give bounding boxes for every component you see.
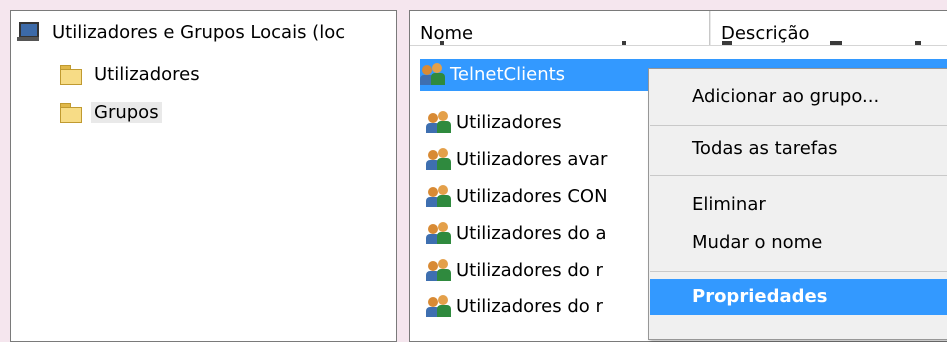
menu-item-label: Todas as tarefas [692, 138, 838, 159]
menu-item-adicionar-ao-grupo[interactable]: Adicionar ao grupo... [650, 79, 947, 115]
folder-icon [59, 101, 83, 123]
clipped-row-edge [915, 41, 921, 45]
tree-item-grupos[interactable]: Grupos [59, 99, 162, 125]
group-icon [426, 185, 452, 209]
group-icon [426, 111, 452, 135]
menu-separator [650, 125, 947, 126]
clipped-row-edge [722, 41, 732, 45]
list-item-label: Utilizadores [456, 112, 562, 133]
list-item[interactable]: Utilizadores [426, 107, 566, 139]
group-icon [426, 295, 452, 319]
list-item-label: Utilizadores do r [456, 296, 603, 317]
column-header-descricao[interactable]: Descrição [710, 11, 947, 45]
list-item[interactable]: Utilizadores do a [426, 218, 611, 250]
list-item[interactable]: Utilizadores do r [426, 291, 607, 323]
tree-item-label: Grupos [91, 101, 162, 123]
list-item-label: Utilizadores CON [456, 186, 608, 207]
list-item[interactable]: Utilizadores do r [426, 255, 607, 287]
menu-item-todas-as-tarefas[interactable]: Todas as tarefas [650, 131, 947, 167]
column-header: Nome Descrição [410, 11, 947, 46]
tree-item-root[interactable]: Utilizadores e Grupos Locais (loc [17, 19, 348, 45]
folder-icon [59, 63, 83, 85]
group-icon [426, 222, 452, 246]
list-item-label: Utilizadores avar [456, 149, 608, 170]
clipped-row-edge [440, 41, 444, 45]
clipped-row-edge [622, 41, 626, 45]
list-item-label: Utilizadores do a [456, 223, 607, 244]
menu-item-propriedades[interactable]: Propriedades [650, 279, 947, 315]
tree-pane: Utilizadores e Grupos Locais (loc Utiliz… [10, 10, 397, 342]
group-icon [420, 63, 446, 87]
menu-separator [650, 175, 947, 176]
computer-users-icon [17, 21, 41, 43]
menu-item-eliminar[interactable]: Eliminar [650, 187, 947, 223]
list-item-label: Utilizadores do r [456, 260, 603, 281]
clipped-row-edge [830, 41, 842, 45]
context-menu: Adicionar ao grupo... Todas as tarefas E… [648, 68, 947, 340]
column-header-nome[interactable]: Nome [410, 11, 710, 45]
group-icon [426, 259, 452, 283]
group-icon [426, 148, 452, 172]
tree-item-label: Utilizadores e Grupos Locais (loc [52, 21, 346, 43]
menu-item-mudar-o-nome[interactable]: Mudar o nome [650, 225, 947, 261]
list-item[interactable]: Utilizadores CON [426, 181, 612, 213]
list-item[interactable]: Utilizadores avar [426, 144, 611, 176]
list-item-label: TelnetClients [446, 60, 570, 90]
menu-separator [650, 271, 947, 272]
tree-item-label: Utilizadores [94, 63, 200, 85]
tree-item-utilizadores[interactable]: Utilizadores [59, 61, 203, 87]
